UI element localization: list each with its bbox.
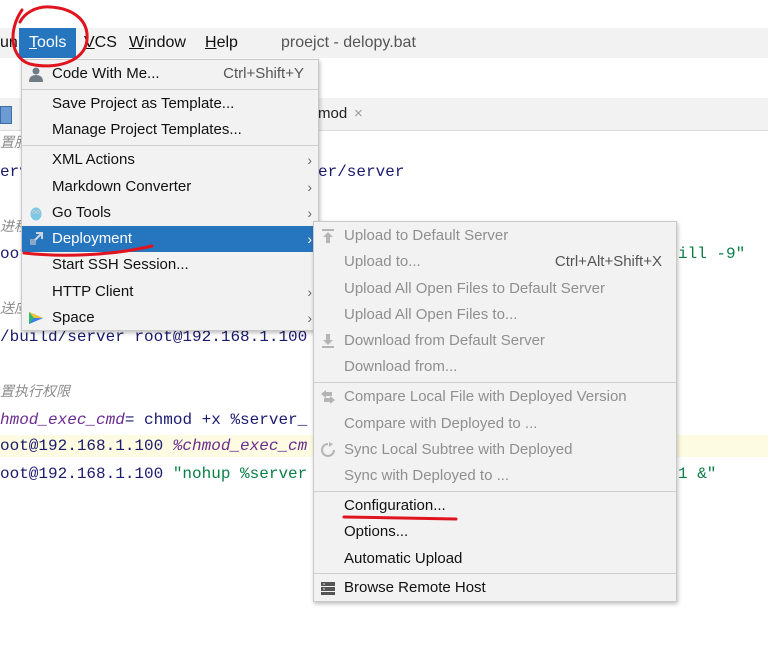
deployment-icon	[30, 232, 43, 245]
menu-item-configuration[interactable]: Configuration...	[314, 493, 676, 519]
sync-icon	[321, 442, 335, 457]
submenu-arrow-icon: ›	[307, 152, 312, 168]
menu-item-automatic-upload[interactable]: Automatic Upload	[314, 546, 676, 572]
menu-item-manage-templates[interactable]: Manage Project Templates...	[22, 117, 318, 143]
code-line-tail: ill -9"	[678, 245, 746, 263]
menu-item-sync-local[interactable]: Sync Local Subtree with Deployed	[314, 437, 676, 463]
gopher-icon	[30, 207, 42, 221]
menu-item-code-with-me[interactable]: Code With Me... Ctrl+Shift+Y	[22, 61, 318, 87]
menu-item-upload-to[interactable]: Upload to... Ctrl+Alt+Shift+X	[314, 249, 676, 275]
tab-close-icon[interactable]: ×	[354, 98, 363, 130]
menu-item-http-client[interactable]: HTTP Client ›	[22, 279, 318, 305]
menu-vcs[interactable]: VCS	[84, 28, 117, 58]
menu-item-go-tools[interactable]: Go Tools ›	[22, 200, 318, 226]
menu-separator	[314, 573, 676, 574]
tab-label[interactable]: mod	[318, 98, 347, 130]
window-title: proejct - delopy.bat	[281, 34, 416, 51]
menu-item-compare-local[interactable]: Compare Local File with Deployed Version	[314, 384, 676, 410]
code-line-tail: 1 &"	[678, 465, 717, 483]
submenu-arrow-icon: ›	[307, 205, 312, 221]
menu-item-upload-all-to[interactable]: Upload All Open Files to...	[314, 302, 676, 328]
menu-help[interactable]: Help	[205, 28, 238, 58]
menu-item-download-default[interactable]: Download from Default Server	[314, 328, 676, 354]
file-icon	[0, 106, 12, 124]
menu-bar: un Tools VCS Window Help proejct - delop…	[0, 28, 768, 58]
menu-item-options[interactable]: Options...	[314, 519, 676, 545]
menu-item-browse-remote[interactable]: Browse Remote Host	[314, 575, 676, 601]
submenu-arrow-icon: ›	[307, 179, 312, 195]
menu-item-xml-actions[interactable]: XML Actions ›	[22, 147, 318, 173]
menu-item-download-from[interactable]: Download from...	[314, 354, 676, 380]
space-icon	[29, 312, 43, 324]
menu-item-space[interactable]: Space ›	[22, 305, 318, 331]
menu-item-compare-with[interactable]: Compare with Deployed to ...	[314, 411, 676, 437]
code-line: hmod_exec_cmd= chmod +x %server_	[0, 411, 308, 429]
menu-item-deployment[interactable]: Deployment ›	[22, 226, 318, 252]
code-line-tail: er/server	[318, 163, 405, 181]
menu-window[interactable]: Window	[129, 28, 186, 58]
menu-separator	[314, 491, 676, 492]
menu-run[interactable]: un	[0, 28, 18, 58]
upload-icon	[322, 229, 334, 243]
submenu-arrow-icon: ›	[307, 310, 312, 326]
menu-item-markdown-converter[interactable]: Markdown Converter ›	[22, 174, 318, 200]
menu-item-sync-with[interactable]: Sync with Deployed to ...	[314, 463, 676, 489]
menu-item-start-ssh[interactable]: Start SSH Session...	[22, 252, 318, 278]
menu-separator	[22, 145, 318, 146]
code-comment: 置执行权限	[0, 384, 70, 400]
download-icon	[322, 334, 334, 348]
menu-tools[interactable]: Tools	[19, 28, 77, 58]
menu-item-upload-all-default[interactable]: Upload All Open Files to Default Server	[314, 276, 676, 302]
tools-menu: Code With Me... Ctrl+Shift+Y Save Project…	[21, 59, 319, 331]
deployment-submenu: Upload to Default Server Upload to... Ctr…	[313, 221, 677, 602]
compare-icon	[321, 390, 335, 404]
user-icon	[29, 67, 43, 82]
remote-host-icon	[321, 582, 335, 595]
submenu-arrow-icon: ›	[307, 231, 312, 247]
menu-item-upload-default[interactable]: Upload to Default Server	[314, 223, 676, 249]
submenu-arrow-icon: ›	[307, 284, 312, 300]
menu-item-save-template[interactable]: Save Project as Template...	[22, 91, 318, 117]
menu-separator	[22, 89, 318, 90]
code-line: oot@192.168.1.100 "nohup %server	[0, 465, 308, 483]
menu-separator	[314, 382, 676, 383]
